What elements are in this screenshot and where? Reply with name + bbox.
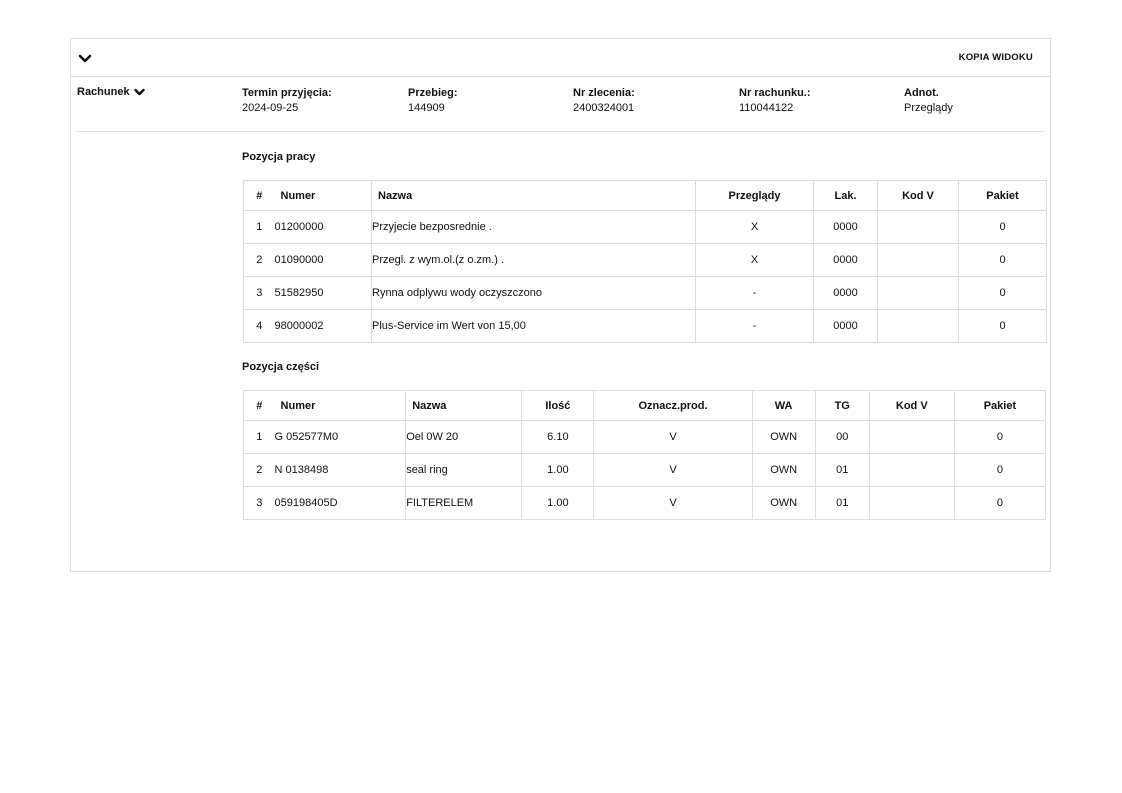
column-header: Oznacz.prod. <box>593 390 753 421</box>
cell-package: 0 <box>953 486 1047 520</box>
column-header: Kod V <box>877 180 959 211</box>
column-header: Nazwa <box>405 390 523 421</box>
cell-number: 98000002 <box>274 309 372 343</box>
invoice-panel: KOPIA WIDOKU Rachunek Termin przyjęcia: … <box>70 38 1051 572</box>
cell-quantity: 1.00 <box>521 453 595 487</box>
cell-index: 3 <box>243 276 275 310</box>
parts-section-title: Pozycja części <box>242 361 320 373</box>
parts-table: # Numer Nazwa Ilość Oznacz.prod. WA TG K… <box>242 390 1047 520</box>
cell-code-v <box>877 276 959 310</box>
meta-received-date: Termin przyjęcia: 2024-09-25 <box>242 87 332 114</box>
panel-header: KOPIA WIDOKU <box>71 39 1050 77</box>
cell-wa: OWN <box>751 486 816 520</box>
cell-inspection: X <box>695 210 814 244</box>
cell-quantity: 6.10 <box>521 420 595 454</box>
cell-name: Rynna odplywu wody oczyszczono <box>371 276 696 310</box>
cell-number: 51582950 <box>274 276 372 310</box>
cell-tg: 01 <box>814 486 870 520</box>
cell-tg: 00 <box>814 420 870 454</box>
invoice-toggle[interactable]: Rachunek <box>77 86 145 98</box>
cell-code-v <box>868 453 955 487</box>
column-header: Nazwa <box>371 180 696 211</box>
divider <box>77 131 1045 132</box>
cell-name: seal ring <box>405 453 523 487</box>
cell-wa: OWN <box>751 420 816 454</box>
table-row: 3 059198405D FILTERELEM 1.00 V OWN 01 0 <box>242 486 1047 520</box>
cell-name: Przegl. z wym.ol.(z o.zm.) . <box>371 243 696 277</box>
labor-section-title: Pozycja pracy <box>242 151 316 163</box>
cell-code-v <box>877 243 959 277</box>
parts-header-row: # Numer Nazwa Ilość Oznacz.prod. WA TG K… <box>242 390 1047 421</box>
table-row: 2 01090000 Przegl. z wym.ol.(z o.zm.) . … <box>243 243 1047 277</box>
cell-paint: 0000 <box>813 276 878 310</box>
cell-paint: 0000 <box>813 210 878 244</box>
cell-index: 2 <box>243 243 275 277</box>
cell-package: 0 <box>958 309 1047 343</box>
cell-product-mark: V <box>593 420 753 454</box>
cell-number: N 0138498 <box>274 453 407 487</box>
column-header: Numer <box>274 390 407 421</box>
labor-header-row: # Numer Nazwa Przeglądy Lak. Kod V Pakie… <box>243 180 1047 211</box>
chevron-down-icon <box>133 88 145 95</box>
cell-package: 0 <box>958 276 1047 310</box>
cell-inspection: - <box>695 309 814 343</box>
cell-index: 1 <box>242 420 275 454</box>
cell-name: Plus-Service im Wert von 15,00 <box>371 309 696 343</box>
cell-code-v <box>868 420 955 454</box>
cell-index: 1 <box>243 210 275 244</box>
table-row: 1 G 052577M0 Oel 0W 20 6.10 V OWN 00 0 <box>242 420 1047 454</box>
cell-wa: OWN <box>751 453 816 487</box>
cell-package: 0 <box>953 453 1047 487</box>
cell-code-v <box>877 309 959 343</box>
table-row: 3 51582950 Rynna odplywu wody oczyszczon… <box>243 276 1047 310</box>
cell-number: 01200000 <box>274 210 372 244</box>
cell-number: 01090000 <box>274 243 372 277</box>
cell-index: 3 <box>242 486 275 520</box>
column-header: TG <box>814 390 870 421</box>
column-header: Ilość <box>521 390 595 421</box>
cell-index: 2 <box>242 453 275 487</box>
cell-tg: 01 <box>814 453 870 487</box>
column-header: WA <box>751 390 816 421</box>
cell-product-mark: V <box>593 486 753 520</box>
cell-name: Przyjecie bezposrednie . <box>371 210 696 244</box>
chevron-down-icon[interactable] <box>78 52 92 64</box>
cell-product-mark: V <box>593 453 753 487</box>
column-header: # <box>243 180 275 211</box>
cell-paint: 0000 <box>813 309 878 343</box>
labor-table: # Numer Nazwa Przeglądy Lak. Kod V Pakie… <box>243 180 1047 343</box>
meta-annotation: Adnot. Przeglądy <box>904 87 953 114</box>
cell-code-v <box>877 210 959 244</box>
cell-name: Oel 0W 20 <box>405 420 523 454</box>
cell-package: 0 <box>958 210 1047 244</box>
cell-number: G 052577M0 <box>274 420 407 454</box>
meta-mileage: Przebieg: 144909 <box>408 87 458 114</box>
cell-inspection: - <box>695 276 814 310</box>
cell-index: 4 <box>243 309 275 343</box>
column-header: # <box>242 390 275 421</box>
table-row: 2 N 0138498 seal ring 1.00 V OWN 01 0 <box>242 453 1047 487</box>
cell-number: 059198405D <box>274 486 407 520</box>
column-header: Lak. <box>813 180 878 211</box>
cell-package: 0 <box>953 420 1047 454</box>
meta-order-number: Nr zlecenia: 2400324001 <box>573 87 635 114</box>
table-row: 4 98000002 Plus-Service im Wert von 15,0… <box>243 309 1047 343</box>
cell-name: FILTERELEM <box>405 486 523 520</box>
column-header: Numer <box>274 180 372 211</box>
column-header: Pakiet <box>958 180 1047 211</box>
table-row: 1 01200000 Przyjecie bezposrednie . X 00… <box>243 210 1047 244</box>
column-header: Pakiet <box>953 390 1047 421</box>
cell-code-v <box>868 486 955 520</box>
cell-quantity: 1.00 <box>521 486 595 520</box>
meta-invoice-number: Nr rachunku.: 110044122 <box>739 87 811 114</box>
cell-inspection: X <box>695 243 814 277</box>
column-header: Kod V <box>868 390 955 421</box>
invoice-toggle-label: Rachunek <box>77 86 130 98</box>
column-header: Przeglądy <box>695 180 814 211</box>
cell-package: 0 <box>958 243 1047 277</box>
cell-paint: 0000 <box>813 243 878 277</box>
copy-view-button[interactable]: KOPIA WIDOKU <box>959 52 1033 63</box>
